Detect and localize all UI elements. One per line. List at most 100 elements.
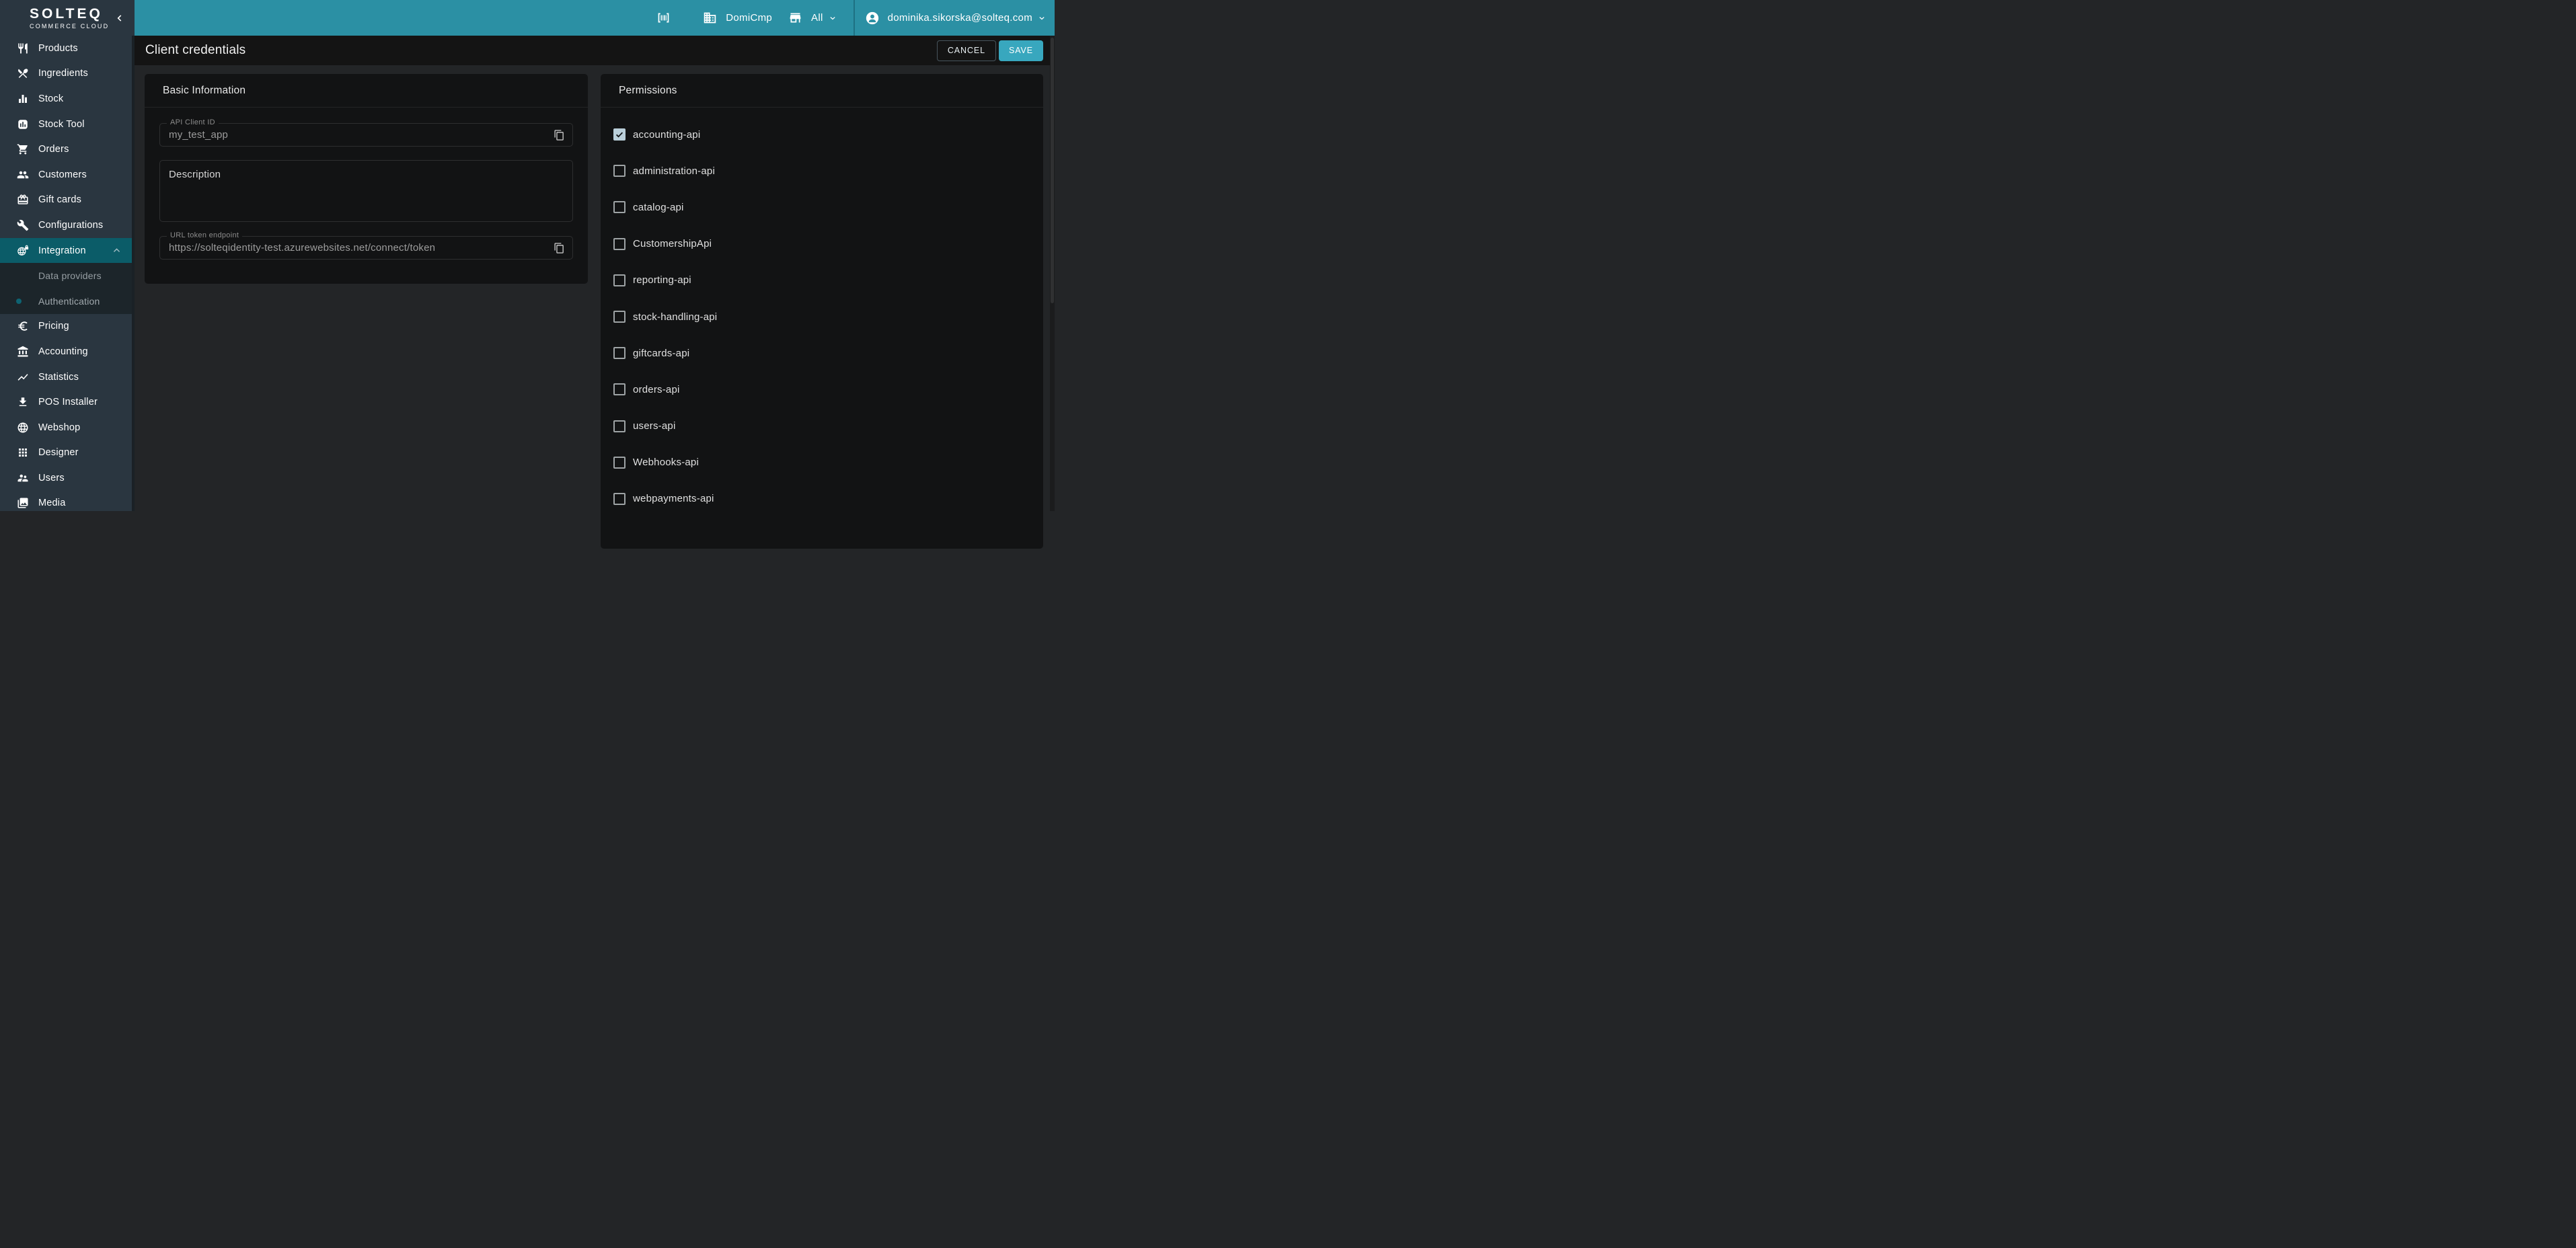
page-scrollbar-thumb[interactable] [1051,38,1054,303]
checkbox-webpayments-api[interactable] [613,493,626,505]
user-email: dominika.sikorska@solteq.com [888,12,1032,24]
grid-icon [17,446,29,459]
sidebar-item-label: Integration [38,245,86,256]
copy-url-token-endpoint-button[interactable] [554,242,565,254]
account-menu[interactable]: dominika.sikorska@solteq.com [865,11,1047,25]
gift-card-icon [17,194,29,206]
sidebar-item-label: Ingredients [38,68,88,79]
sidebar-item-label: Customers [38,169,87,180]
app-header: SOLTEQ COMMERCE CLOUD DomiCmp All domini… [0,0,1055,36]
permission-row[interactable]: reporting-api [601,262,1043,299]
api-client-id-label: API Client ID [167,118,219,126]
shop-selector[interactable]: All [788,11,837,25]
sidebar-item-media[interactable]: Media [0,491,132,511]
permission-label: giftcards-api [633,348,689,359]
users-icon [17,472,29,484]
sidebar-item-customers[interactable]: Customers [0,162,132,188]
topbar-divider [854,0,855,36]
permission-row[interactable]: CustomershipApi [601,226,1043,262]
barcode-scanner-button[interactable] [656,11,671,25]
sidebar-scrollbar[interactable] [132,36,135,511]
checkbox-administration-api[interactable] [613,165,626,177]
url-token-endpoint-label: URL token endpoint [167,231,242,239]
sidebar-item-label: Designer [38,447,79,458]
sidebar-item-configurations[interactable]: Configurations [0,212,132,238]
sidebar-item-designer[interactable]: Designer [0,440,132,466]
copy-icon [554,129,565,141]
panel-header: Permissions [601,74,1043,108]
checkbox-orders-api[interactable] [613,383,626,395]
chevron-down-icon [828,13,837,23]
description-field[interactable]: Description [159,160,573,222]
sidebar-item-label: Webshop [38,422,80,433]
page-scrollbar[interactable] [1050,36,1055,511]
checkbox-webhooks-api[interactable] [613,457,626,469]
sidebar: Products Ingredients Stock Stock Tool Or… [0,36,135,511]
shopping-cart-icon [17,143,29,155]
sidebar-collapse-button[interactable] [115,13,124,24]
checkbox-catalog-api[interactable] [613,201,626,213]
save-button[interactable]: SAVE [999,40,1043,61]
sidebar-item-statistics[interactable]: Statistics [0,364,132,390]
chevron-left-icon [115,13,124,24]
sidebar-item-label: Configurations [38,220,103,231]
cancel-button[interactable]: CANCEL [937,40,996,61]
brand-name: SOLTEQ [30,7,109,21]
sidebar-item-users[interactable]: Users [0,465,132,491]
checkbox-giftcards-api[interactable] [613,347,626,359]
url-token-endpoint-field[interactable]: URL token endpoint https://solteqidentit… [159,236,573,260]
sidebar-subitem-label: Authentication [38,296,100,307]
permission-row[interactable]: users-api [601,408,1043,444]
sidebar-item-gift-cards[interactable]: Gift cards [0,188,132,213]
permission-row[interactable]: administration-api [601,153,1043,189]
sidebar-item-stock-tool[interactable]: Stock Tool [0,112,132,137]
api-client-id-field[interactable]: API Client ID my_test_app [159,123,573,147]
permission-row[interactable]: webpayments-api [601,481,1043,517]
permission-label: administration-api [633,165,715,177]
permissions-list: accounting-api administration-api catalo… [601,108,1043,517]
permission-row[interactable]: giftcards-api [601,335,1043,371]
permission-row[interactable]: stock-handling-api [601,299,1043,335]
people-icon [17,169,29,181]
sidebar-subitem-authentication[interactable]: Authentication [0,288,132,314]
permission-label: orders-api [633,384,680,395]
integration-submenu: Data providers Authentication [0,263,132,313]
permission-row[interactable]: catalog-api [601,189,1043,225]
checkbox-users-api[interactable] [613,420,626,432]
sidebar-subitem-data-providers[interactable]: Data providers [0,263,132,288]
store-icon [788,11,802,25]
permission-label: Webhooks-api [633,457,699,468]
sidebar-item-pos-installer[interactable]: POS Installer [0,389,132,415]
permission-label: webpayments-api [633,493,714,504]
permission-label: CustomershipApi [633,238,712,249]
sidebar-item-orders[interactable]: Orders [0,136,132,162]
checkbox-reporting-api[interactable] [613,274,626,286]
photo-library-icon [17,497,29,509]
permission-label: reporting-api [633,274,691,286]
sidebar-item-products[interactable]: Products [0,36,132,61]
sidebar-item-integration[interactable]: Integration [0,238,132,264]
checkbox-accounting-api[interactable] [613,128,626,141]
permission-row[interactable]: orders-api [601,371,1043,407]
copy-api-client-id-button[interactable] [554,129,565,141]
active-dot [16,299,22,304]
sidebar-item-label: Media [38,498,66,508]
checkbox-stock-handling-api[interactable] [613,311,626,323]
permission-label: stock-handling-api [633,311,717,323]
basic-information-body: API Client ID my_test_app Description UR… [145,108,588,260]
sidebar-item-label: Stock Tool [38,119,85,130]
sidebar-item-accounting[interactable]: Accounting [0,339,132,364]
sidebar-item-ingredients[interactable]: Ingredients [0,61,132,87]
permission-row[interactable]: accounting-api [601,116,1043,153]
checkbox-customershipapi[interactable] [613,238,626,250]
sidebar-item-stock[interactable]: Stock [0,86,132,112]
company-selector[interactable]: DomiCmp [703,11,772,25]
titlebar-actions: CANCEL SAVE [937,40,1043,61]
sidebar-item-webshop[interactable]: Webshop [0,415,132,440]
sidebar-item-label: Stock [38,93,63,104]
brand-tagline: COMMERCE CLOUD [30,23,109,30]
sidebar-item-pricing[interactable]: Pricing [0,314,132,340]
api-client-id-value: my_test_app [160,124,572,146]
permission-row[interactable]: Webhooks-api [601,444,1043,481]
download-icon [17,396,29,408]
